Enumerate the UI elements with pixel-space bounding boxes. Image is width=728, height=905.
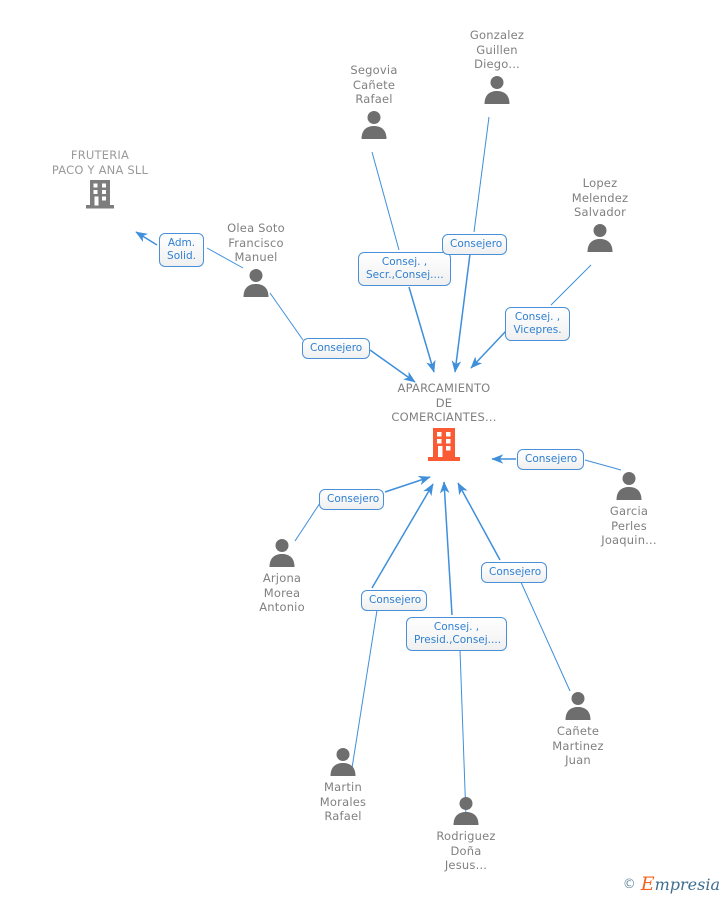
person-icon — [518, 690, 638, 724]
person-icon — [222, 537, 342, 571]
node-person-canete[interactable]: Cañete Martinez Juan — [518, 688, 638, 768]
node-center-aparcamiento[interactable]: APARCAMIENTO DE COMERCIANTES... — [369, 381, 519, 469]
edge-canete-center — [519, 579, 571, 692]
edge-segovia-center-arrow — [408, 286, 436, 373]
node-label: Arjona Morea Antonio — [259, 571, 305, 614]
brand-rest: mpresia — [654, 875, 720, 894]
edge-lopez-center — [550, 264, 592, 306]
edge-label-consejero-gonzalez[interactable]: Consejero — [442, 234, 507, 255]
node-person-martin[interactable]: Martin Morales Rafael — [283, 744, 403, 824]
building-icon — [369, 425, 519, 469]
edge-rodriguez-center-arrow — [439, 481, 453, 616]
node-label: Olea Soto Francisco Manuel — [227, 221, 285, 264]
watermark: © Empresia — [623, 873, 720, 895]
edge-gonzalez-center — [473, 116, 490, 233]
node-label: FRUTERIA PACO Y ANA SLL — [51, 148, 149, 177]
person-icon — [437, 74, 557, 108]
edge-label-consejero-garcia[interactable]: Consejero — [517, 449, 584, 470]
edge-olea-center-arrow — [369, 349, 416, 383]
edge-label-adm-solid[interactable]: Adm. Solid. — [159, 233, 204, 267]
node-person-lopez[interactable]: Lopez Melendez Salvador — [540, 176, 660, 256]
person-icon — [314, 109, 434, 143]
edge-arjona-center-arrow — [384, 476, 431, 493]
edge-label-consej-secr[interactable]: Consej. , Secr.,Consej.... — [358, 252, 451, 286]
node-label: Segovia Cañete Rafael — [350, 63, 398, 106]
brand-initial: E — [640, 873, 655, 895]
node-person-arjona[interactable]: Arjona Morea Antonio — [222, 535, 342, 615]
node-label: Cañete Martinez Juan — [552, 724, 604, 767]
node-person-gonzalez[interactable]: Gonzalez Guillen Diego... — [437, 28, 557, 108]
person-icon — [406, 795, 526, 829]
node-person-rodriguez[interactable]: Rodriguez Doña Jesus... — [406, 793, 526, 873]
edge-label-consej-vicepres[interactable]: Consej. , Vicepres. — [505, 307, 570, 341]
person-icon — [569, 470, 689, 504]
edge-olea-fruteria-arrow — [135, 231, 158, 246]
network-diagram-canvas: FRUTERIA PACO Y ANA SLL APARCAMIENTO DE … — [0, 0, 728, 905]
person-icon — [283, 746, 403, 780]
node-person-olea[interactable]: Olea Soto Francisco Manuel — [196, 221, 316, 301]
node-label: Rodriguez Doña Jesus... — [436, 829, 496, 872]
edge-lopez-center-arrow — [470, 330, 507, 369]
edge-gonzalez-center-arrow — [451, 253, 471, 373]
brand-name: Empresia — [641, 873, 720, 895]
node-person-segovia[interactable]: Segovia Cañete Rafael — [314, 63, 434, 143]
person-icon — [540, 222, 660, 256]
edge-canete-center-arrow — [457, 482, 501, 561]
node-label: APARCAMIENTO DE COMERCIANTES... — [391, 381, 497, 424]
edge-label-consejero-olea[interactable]: Consejero — [302, 338, 370, 359]
node-label: Gonzalez Guillen Diego... — [469, 28, 525, 71]
edge-label-consejero-martin[interactable]: Consejero — [361, 590, 427, 611]
node-label: Martin Morales Rafael — [319, 780, 367, 823]
edge-label-consej-presid[interactable]: Consej. , Presid.,Consej.... — [406, 617, 507, 651]
edge-label-consejero-canete[interactable]: Consejero — [481, 562, 547, 583]
edge-label-consejero-arjona[interactable]: Consejero — [319, 489, 384, 510]
person-icon — [196, 267, 316, 301]
building-icon — [40, 177, 160, 215]
copyright-symbol: © — [622, 876, 636, 892]
edge-segovia-center — [371, 151, 400, 251]
node-company-fruteria[interactable]: FRUTERIA PACO Y ANA SLL — [40, 148, 160, 215]
node-label: Garcia Perles Joaquin... — [601, 504, 657, 547]
node-person-garcia[interactable]: Garcia Perles Joaquin... — [569, 468, 689, 548]
node-label: Lopez Melendez Salvador — [571, 176, 629, 219]
